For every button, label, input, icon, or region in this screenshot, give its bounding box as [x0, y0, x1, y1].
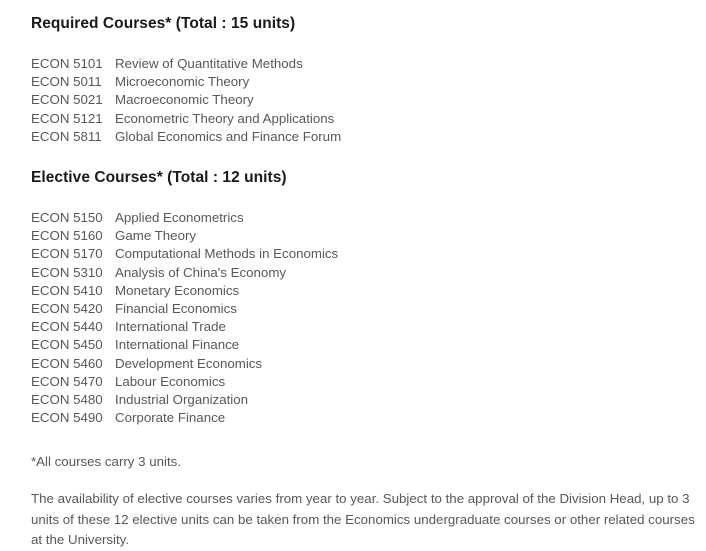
units-note: *All courses carry 3 units.	[31, 454, 182, 470]
course-code: ECON 5021	[31, 92, 103, 108]
course-row: ECON 5121 Econometric Theory and Applica…	[31, 110, 698, 128]
course-code: ECON 5420	[31, 301, 103, 317]
course-row: ECON 5021 Macroeconomic Theory	[31, 91, 698, 109]
course-title: Labour Economics	[115, 373, 226, 389]
course-code: ECON 5160	[31, 228, 103, 244]
course-code: ECON 5450	[31, 337, 103, 353]
course-code: ECON 5150	[31, 210, 103, 226]
course-title: Monetary Economics	[115, 282, 240, 298]
course-code: ECON 5490	[31, 410, 103, 426]
course-title: Corporate Finance	[115, 410, 226, 426]
course-title: Review of Quantitative Methods	[115, 56, 303, 71]
course-code: ECON 5101	[31, 56, 103, 71]
course-title: Macroeconomic Theory	[115, 92, 254, 108]
course-row: ECON 5811 Global Economics and Finance F…	[31, 128, 698, 146]
course-title: Applied Econometrics	[115, 210, 244, 226]
required-courses-heading: Required Courses* (Total : 15 units)	[31, 15, 296, 32]
required-courses-list: ECON 5101 Review of Quantitative Methods…	[31, 55, 698, 146]
course-code: ECON 5440	[31, 319, 103, 335]
course-code: ECON 5310	[31, 264, 103, 280]
course-code: ECON 5121	[31, 110, 103, 126]
course-title: Computational Methods in Economics	[115, 246, 339, 262]
course-code: ECON 5460	[31, 355, 103, 371]
spacer-after-elective-heading	[31, 188, 698, 209]
document-page: Required Courses* (Total : 15 units) ECO…	[0, 0, 706, 547]
course-title: Financial Economics	[115, 301, 237, 317]
course-row: ECON 5310 Analysis of China's Economy	[31, 264, 698, 282]
course-title: Industrial Organization	[115, 392, 249, 408]
course-title: International Finance	[115, 337, 240, 353]
course-row: ECON 5460 Development Economics	[31, 355, 698, 373]
course-row: ECON 5440 International Trade	[31, 318, 698, 336]
course-row: ECON 5160 Game Theory	[31, 227, 698, 245]
spacer-before-notes	[31, 427, 698, 452]
course-title: Game Theory	[115, 228, 197, 244]
course-code: ECON 5011	[31, 74, 102, 90]
course-title: Global Economics and Finance Forum	[115, 128, 342, 144]
spacer-between-sections	[31, 146, 698, 168]
course-title: Econometric Theory and Applications	[115, 110, 335, 126]
spacer-between-notes	[31, 472, 698, 489]
course-code: ECON 5170	[31, 246, 103, 262]
course-row: ECON 5450 International Finance	[31, 336, 698, 354]
course-row: ECON 5011 Microeconomic Theory	[31, 73, 698, 91]
elective-courses-list: ECON 5150 Applied Econometrics ECON 5160…	[31, 209, 698, 427]
course-row: ECON 5490 Corporate Finance	[31, 409, 698, 427]
course-title: Development Economics	[115, 355, 263, 371]
course-code: ECON 5410	[31, 282, 103, 298]
course-title: Microeconomic Theory	[115, 74, 250, 90]
elective-courses-heading: Elective Courses* (Total : 12 units)	[31, 169, 287, 187]
course-row: ECON 5101 Review of Quantitative Methods	[31, 55, 698, 73]
course-row: ECON 5150 Applied Econometrics	[31, 209, 698, 227]
course-code: ECON 5811	[31, 128, 102, 144]
course-row: ECON 5480 Industrial Organization	[31, 391, 698, 409]
course-title: Analysis of China's Economy	[115, 264, 287, 280]
course-row: ECON 5470 Labour Economics	[31, 373, 698, 391]
spacer-after-required-heading	[31, 34, 698, 55]
document-content: Required Courses* (Total : 15 units) ECO…	[31, 14, 698, 551]
course-row: ECON 5420 Financial Economics	[31, 300, 698, 318]
course-row: ECON 5410 Monetary Economics	[31, 282, 698, 300]
course-row: ECON 5170 Computational Methods in Econo…	[31, 245, 698, 263]
course-code: ECON 5480	[31, 392, 103, 408]
course-code: ECON 5470	[31, 373, 103, 389]
availability-note: The availability of elective courses var…	[31, 491, 695, 548]
course-title: International Trade	[115, 319, 226, 335]
